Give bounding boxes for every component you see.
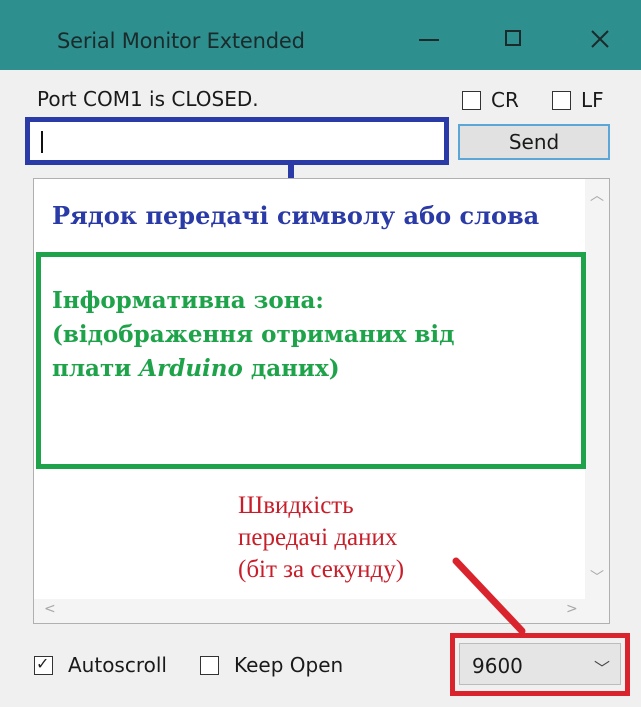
baud-rate-value: 9600: [472, 654, 523, 678]
text-caret: [41, 131, 43, 153]
maximize-button[interactable]: [483, 14, 543, 64]
autoscroll-checkbox[interactable]: ✓: [34, 654, 53, 675]
close-button[interactable]: [570, 14, 630, 64]
minimize-icon: [419, 39, 439, 41]
chevron-down-icon[interactable]: ﹀: [594, 655, 610, 679]
info-zone-annotation: Інформативна зона: (відображення отриман…: [52, 284, 454, 386]
lf-label: LF: [581, 88, 604, 112]
info-line-3-suffix: даних): [242, 355, 340, 382]
send-input[interactable]: [36, 128, 440, 156]
speed-line-1: Швидкість: [238, 492, 354, 519]
scroll-left-icon[interactable]: <: [44, 601, 56, 617]
window-title: Serial Monitor Extended: [57, 29, 305, 53]
send-button[interactable]: Send: [458, 124, 610, 160]
speed-line-2: передачі даних: [238, 524, 398, 551]
keep-open-checkbox[interactable]: [200, 656, 219, 675]
cr-label: CR: [491, 88, 519, 112]
info-line-1: Інформативна зона:: [52, 287, 324, 314]
scroll-right-icon[interactable]: >: [566, 601, 578, 617]
cr-checkbox[interactable]: [462, 91, 481, 110]
input-annotation: Рядок передачі символу або слова: [52, 201, 540, 230]
title-bar: Serial Monitor Extended: [0, 0, 641, 70]
maximize-icon: [505, 30, 521, 46]
baud-rate-select[interactable]: 9600 ﹀: [459, 643, 621, 685]
info-line-2: (відображення отриманих від: [52, 321, 455, 348]
serial-monitor-window: Serial Monitor Extended Port COM1 is CLO…: [0, 0, 641, 707]
autoscroll-label: Autoscroll: [68, 653, 167, 677]
vertical-scrollbar[interactable]: ︿ ﹀: [585, 179, 609, 599]
speed-annotation: Швидкість передачі даних (біт за секунду…: [238, 490, 404, 586]
port-status: Port COM1 is CLOSED.: [37, 87, 259, 111]
speed-arrow: [452, 557, 526, 635]
send-input-highlight: [25, 117, 449, 165]
baud-rate-highlight: 9600 ﹀: [450, 633, 630, 696]
lf-checkbox[interactable]: [552, 91, 571, 110]
close-icon: [591, 30, 609, 48]
scroll-down-icon[interactable]: ﹀: [590, 567, 604, 587]
checkmark-icon: ✓: [36, 654, 50, 673]
info-line-3-arduino: Arduino: [139, 355, 243, 382]
keep-open-label: Keep Open: [234, 653, 344, 677]
minimize-button[interactable]: [397, 14, 457, 64]
info-line-3-prefix: плати: [52, 355, 140, 382]
speed-line-3: (біт за секунду): [238, 556, 405, 583]
scroll-up-icon[interactable]: ︿: [590, 185, 604, 205]
info-line-3: плати Arduino даних): [52, 352, 454, 386]
